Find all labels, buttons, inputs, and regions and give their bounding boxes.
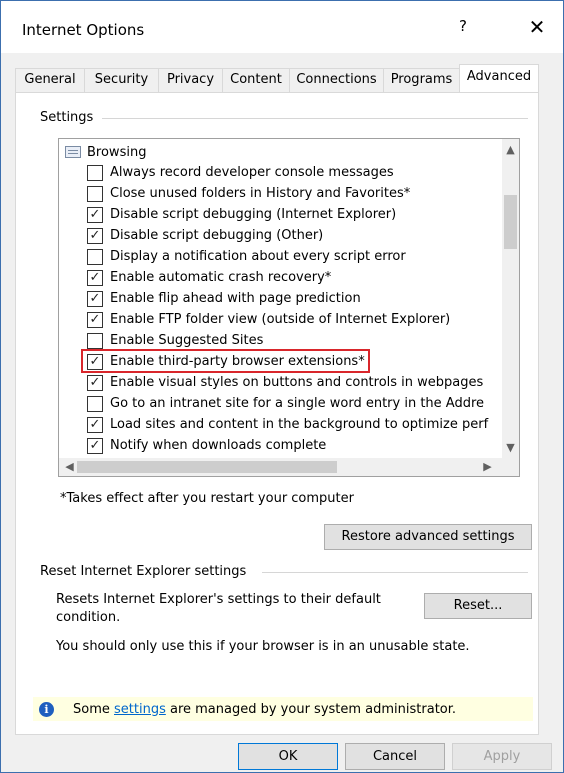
setting-item[interactable]: ✓ Enable FTP folder view (outside of Inte…: [87, 309, 450, 330]
reset-warning: You should only use this if your browser…: [56, 639, 470, 654]
checkbox[interactable]: ✓: [87, 269, 103, 286]
setting-item[interactable]: Close unused folders in History and Favo…: [87, 183, 410, 204]
checkbox[interactable]: ✓: [87, 290, 103, 307]
tab-connections[interactable]: Connections: [289, 68, 384, 92]
tab-programs[interactable]: Programs: [383, 68, 460, 92]
folder-icon: [65, 146, 81, 158]
checkbox[interactable]: [87, 332, 103, 349]
setting-item[interactable]: Go to an intranet site for a single word…: [87, 393, 484, 414]
reset-group-line: [262, 572, 528, 573]
setting-item[interactable]: Display a notification about every scrip…: [87, 246, 406, 267]
checkbox[interactable]: ✓: [87, 416, 103, 433]
info-bar: i Some settings are managed by your syst…: [33, 697, 533, 721]
scroll-left-icon[interactable]: ◀: [61, 458, 78, 475]
checkbox[interactable]: [87, 395, 103, 412]
scroll-right-icon[interactable]: ▶: [479, 458, 496, 475]
window-title: Internet Options: [22, 21, 145, 39]
setting-item[interactable]: ✓ Disable script debugging (Other): [87, 225, 323, 246]
checkbox[interactable]: ✓: [87, 227, 103, 244]
help-button[interactable]: ?: [453, 17, 473, 41]
checkbox[interactable]: ✓: [87, 374, 103, 391]
tab-content[interactable]: Content: [222, 68, 290, 92]
restart-note: *Takes effect after you restart your com…: [60, 491, 354, 506]
setting-item[interactable]: ✓ Notify when downloads complete: [87, 435, 326, 456]
reset-description: Resets Internet Explorer's settings to t…: [56, 592, 381, 625]
tab-advanced[interactable]: Advanced: [459, 64, 539, 93]
info-suffix: are managed by your system administrator…: [165, 701, 457, 717]
settings-group-line: [102, 118, 528, 119]
browsing-category: Browsing: [65, 142, 146, 162]
checkbox[interactable]: [87, 185, 103, 202]
ok-button[interactable]: OK: [238, 743, 338, 770]
info-icon: i: [39, 701, 54, 717]
advanced-panel: Settings Browsing Always record develope…: [15, 92, 539, 735]
setting-item[interactable]: ✓ Enable visual styles on buttons and con…: [87, 372, 483, 393]
tab-security[interactable]: Security: [84, 68, 159, 92]
setting-item[interactable]: ✓ Disable script debugging (Internet Expl…: [87, 204, 396, 225]
apply-button[interactable]: Apply: [452, 743, 552, 770]
setting-item[interactable]: Enable Suggested Sites: [87, 330, 263, 351]
horizontal-scrollbar[interactable]: ◀ ▶: [59, 458, 519, 476]
internet-options-window: Internet Options ? ✕ General Security Pr…: [0, 0, 564, 773]
reset-group-label: Reset Internet Explorer settings: [40, 564, 251, 579]
close-icon[interactable]: ✕: [525, 15, 549, 39]
checkbox[interactable]: ✓: [87, 437, 103, 454]
vertical-scrollbar[interactable]: ▲ ▼: [502, 139, 519, 459]
title-bar: Internet Options ? ✕: [1, 1, 563, 53]
setting-item[interactable]: ✓ Load sites and content in the backgroun…: [87, 414, 488, 435]
checkbox[interactable]: ✓: [87, 311, 103, 328]
category-label: Browsing: [87, 144, 147, 160]
checkbox[interactable]: [87, 164, 103, 181]
setting-item[interactable]: ✓ Enable flip ahead with page prediction: [87, 288, 361, 309]
cancel-button[interactable]: Cancel: [345, 743, 445, 770]
vertical-scroll-thumb[interactable]: [504, 195, 517, 249]
checkbox[interactable]: ✓: [87, 206, 103, 223]
settings-group-label: Settings: [40, 110, 98, 125]
settings-link[interactable]: settings: [114, 702, 166, 717]
restore-advanced-settings-button[interactable]: Restore advanced settings: [324, 524, 532, 550]
tab-privacy[interactable]: Privacy: [158, 68, 223, 92]
scroll-down-icon[interactable]: ▼: [502, 439, 519, 456]
settings-listbox[interactable]: Browsing Always record developer console…: [58, 138, 520, 477]
checkbox[interactable]: [87, 248, 103, 265]
reset-button[interactable]: Reset...: [424, 593, 532, 619]
setting-item[interactable]: Always record developer console messages: [87, 162, 394, 183]
highlight-box: [81, 349, 370, 373]
setting-item[interactable]: ✓ Enable automatic crash recovery*: [87, 267, 331, 288]
tab-general[interactable]: General: [15, 68, 85, 92]
horizontal-scroll-thumb[interactable]: [77, 461, 337, 473]
scroll-up-icon[interactable]: ▲: [502, 141, 519, 158]
info-prefix: Some: [73, 701, 114, 717]
